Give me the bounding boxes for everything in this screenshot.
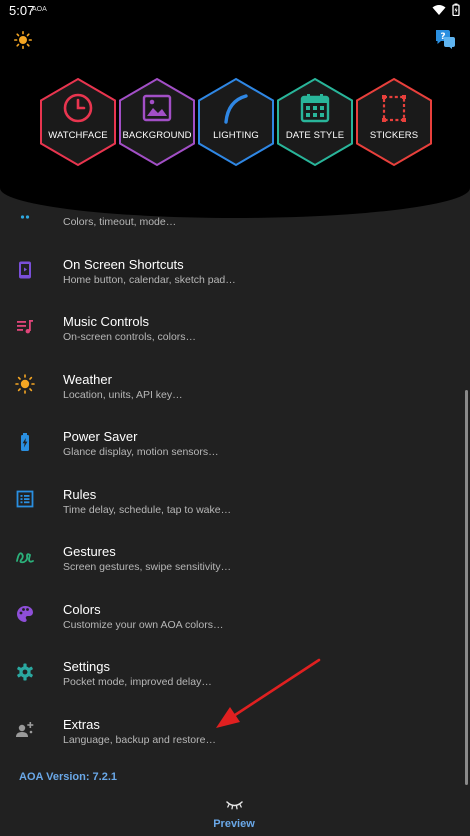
lighting-arc-icon xyxy=(224,94,248,124)
menu-item-subtitle: Time delay, schedule, tap to wake… xyxy=(63,504,232,516)
menu-item-subtitle: Glance display, motion sensors… xyxy=(63,446,219,458)
scrollbar[interactable] xyxy=(465,390,468,785)
calendar-icon xyxy=(300,94,330,123)
background-label: BACKGROUND xyxy=(122,130,192,141)
menu-item-title: Power Saver xyxy=(63,429,138,444)
menu-item-subtitle: Location, units, API key… xyxy=(63,389,183,401)
music-icon xyxy=(17,320,33,334)
list-icon xyxy=(16,490,34,508)
menu-item-music-controls[interactable]: Music Controls On-screen controls, color… xyxy=(0,312,462,369)
image-icon xyxy=(142,94,172,122)
menu-item-subtitle: On-screen controls, colors… xyxy=(63,331,197,343)
sticker-frame-icon xyxy=(382,95,406,122)
status-time: 5:07 xyxy=(9,3,35,18)
menu-item-weather[interactable]: Weather Location, units, API key… xyxy=(0,370,462,427)
gear-icon xyxy=(17,663,33,681)
dots-icon xyxy=(20,215,30,219)
menu-item-title: Music Controls xyxy=(63,314,149,329)
app-version: AOA Version: 7.2.1 xyxy=(19,771,118,783)
menu-item-subtitle: Colors, timeout, mode… xyxy=(63,216,177,228)
menu-item-power-saver[interactable]: Power Saver Glance display, motion senso… xyxy=(0,427,462,484)
stickers-label: STICKERS xyxy=(369,130,419,141)
date-style-label: DATE STYLE xyxy=(285,130,345,141)
menu-item-subtitle: Home button, calendar, sketch pad… xyxy=(63,274,236,286)
preview-label: Preview xyxy=(213,818,255,830)
background-tile[interactable]: BACKGROUND xyxy=(117,77,197,167)
menu-item-subtitle: Pocket mode, improved delay… xyxy=(63,676,212,688)
clock-icon xyxy=(63,93,93,123)
menu-item-title: Extras xyxy=(63,717,100,732)
sun-icon xyxy=(15,374,35,394)
menu-item-gestures[interactable]: Gestures Screen gestures, swipe sensitiv… xyxy=(0,542,462,599)
menu-item-subtitle: Language, backup and restore… xyxy=(63,734,216,746)
feature-tiles: WATCHFACE BACKGROUND LIGHTING DATE STYLE xyxy=(38,77,432,167)
menu-item-subtitle: Screen gestures, swipe sensitivity… xyxy=(63,561,232,573)
lighting-label: LIGHTING xyxy=(213,130,259,141)
menu-item-subtitle: Customize your own AOA colors… xyxy=(63,619,224,631)
theme-sun-icon[interactable] xyxy=(14,31,32,49)
gesture-icon xyxy=(16,552,34,564)
menu-item-colors[interactable]: Colors Customize your own AOA colors… xyxy=(0,600,462,657)
menu-item-settings[interactable]: Settings Pocket mode, improved delay… xyxy=(0,657,462,714)
status-bar: 5:07 AOA xyxy=(0,0,470,22)
date-style-tile[interactable]: DATE STYLE xyxy=(275,77,355,167)
watchface-tile[interactable]: WATCHFACE xyxy=(38,77,118,167)
status-icons xyxy=(432,3,460,16)
menu-item-title: On Screen Shortcuts xyxy=(63,257,184,272)
stickers-tile[interactable]: STICKERS xyxy=(354,77,434,167)
menu-item-title: Settings xyxy=(63,659,110,674)
preview-button[interactable]: Preview xyxy=(206,797,262,833)
menu-item-title: Weather xyxy=(63,372,112,387)
battery-icon xyxy=(21,433,29,451)
battery-status-icon xyxy=(452,3,460,16)
lighting-tile[interactable]: LIGHTING xyxy=(196,77,276,167)
extras-icon xyxy=(16,722,34,737)
menu-item-extras[interactable]: Extras Language, backup and restore… xyxy=(0,715,462,772)
closed-eye-icon xyxy=(226,801,243,810)
status-app-tag: AOA xyxy=(32,6,47,13)
watchface-label: WATCHFACE xyxy=(48,130,108,141)
menu-item-title: Gestures xyxy=(63,544,116,559)
menu-item-on-screen-shortcuts[interactable]: On Screen Shortcuts Home button, calenda… xyxy=(0,255,462,312)
shortcut-icon xyxy=(19,261,31,279)
customization-header: ? WATCHFACE BACKGROUND LIGHTING DATE STY… xyxy=(0,22,470,218)
menu-item-title: Colors xyxy=(63,602,101,617)
wifi-icon xyxy=(432,4,446,15)
help-chat-icon[interactable]: ? xyxy=(434,28,456,50)
menu-item-rules[interactable]: Rules Time delay, schedule, tap to wake… xyxy=(0,485,462,542)
menu-item-title: Rules xyxy=(63,487,97,502)
palette-icon xyxy=(17,605,34,622)
